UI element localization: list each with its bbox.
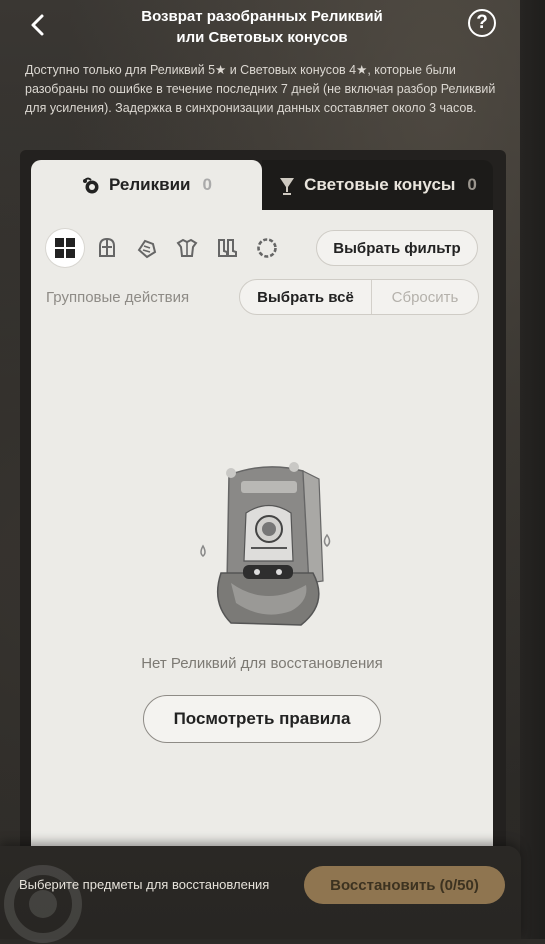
tab-relics-label: Реликвии	[109, 175, 191, 194]
description-text: Доступно только для Реликвий 5★ и Светов…	[25, 63, 496, 116]
group-actions-row: Групповые действия Выбрать всё Сбросить	[46, 278, 493, 318]
footer-hint-text: Выберите предметы для восстановления	[19, 877, 270, 892]
category-filter-row: Выбрать фильтр	[46, 228, 493, 268]
reset-button[interactable]: Сбросить	[372, 280, 478, 314]
empty-state-mascot-illustration	[200, 462, 331, 626]
all-grid-icon	[55, 238, 75, 258]
tab-relics-count: 0	[202, 175, 212, 194]
sphere-icon	[257, 238, 277, 258]
title-line-2: или Световых конусов	[176, 29, 348, 46]
group-actions-label: Групповые действия	[46, 289, 190, 306]
view-rules-button[interactable]: Посмотреть правила	[143, 695, 381, 743]
footer-bar: Выберите предметы для восстановления Вос…	[0, 846, 521, 943]
head-icon	[99, 237, 115, 257]
tab-bar: Реликвии 0 Световые конусы 0	[31, 160, 493, 210]
filter-button[interactable]: Выбрать фильтр	[316, 230, 478, 266]
select-all-button[interactable]: Выбрать всё	[240, 280, 372, 314]
category-feet-button[interactable]	[208, 229, 246, 267]
category-body-button[interactable]	[168, 229, 206, 267]
content-panel: Выбрать фильтр Групповые действия Выбрат…	[31, 210, 493, 939]
group-actions-segment: Выбрать всё Сбросить	[239, 279, 479, 315]
tab-light-cones-label: Световые конусы	[304, 175, 456, 194]
restore-button-label: Восстановить (0/50)	[330, 876, 479, 894]
back-button[interactable]	[20, 8, 54, 42]
hands-icon	[137, 239, 157, 259]
tab-relics[interactable]: Реликвии 0	[31, 160, 262, 210]
category-sphere-button[interactable]	[248, 229, 286, 267]
empty-state-message: Нет Реликвий для восстановления	[141, 655, 383, 672]
help-button[interactable]: ?	[468, 9, 496, 37]
tab-light-cones-count: 0	[467, 175, 477, 194]
scroll-gutter	[520, 0, 545, 939]
category-hands-button[interactable]	[128, 229, 166, 267]
light-cone-icon	[280, 178, 295, 195]
restore-button[interactable]: Восстановить (0/50)	[304, 866, 505, 904]
page-title: Возврат разобранных Реликвий или Световы…	[100, 6, 424, 48]
tab-light-cones[interactable]: Световые конусы 0	[262, 160, 493, 210]
header: Возврат разобранных Реликвий или Световы…	[0, 0, 545, 52]
category-all-button[interactable]	[46, 229, 84, 267]
chevron-left-icon	[31, 14, 44, 36]
body-icon	[176, 238, 198, 257]
category-head-button[interactable]	[88, 229, 126, 267]
relic-icon	[83, 177, 99, 194]
title-line-1: Возврат разобранных Реликвий	[141, 8, 383, 25]
help-icon: ?	[476, 12, 488, 33]
feet-icon	[218, 239, 237, 257]
footer-decoration-icon	[4, 865, 82, 943]
